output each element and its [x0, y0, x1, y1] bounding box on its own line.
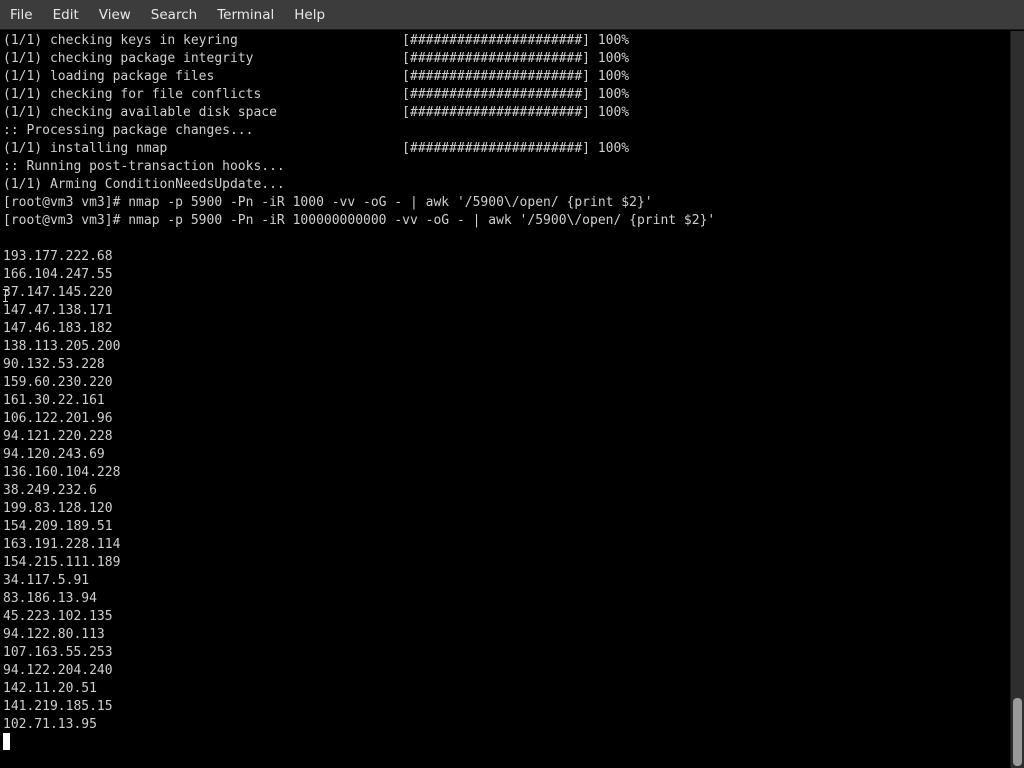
- terminal-line: 94.122.204.240: [3, 663, 113, 678]
- terminal-line: 159.60.230.220: [3, 375, 113, 390]
- menu-help[interactable]: Help: [284, 0, 325, 30]
- terminal-line: (1/1) installing nmap [#################…: [3, 141, 630, 156]
- terminal-line: (1/1) loading package files [###########…: [3, 69, 630, 84]
- terminal-line: (1/1) checking available disk space [###…: [3, 105, 630, 120]
- terminal-line: [root@vm3 vm3]# nmap -p 5900 -Pn -iR 100…: [3, 213, 716, 228]
- terminal-cursor: [3, 733, 10, 750]
- menu-terminal[interactable]: Terminal: [207, 0, 274, 30]
- terminal-line: 107.163.55.253: [3, 645, 113, 660]
- terminal-output[interactable]: (1/1) checking keys in keyring [########…: [0, 31, 1010, 768]
- terminal-line: 94.121.220.228: [3, 429, 113, 444]
- terminal-line: 102.71.13.95: [3, 717, 97, 732]
- terminal-line: 163.191.228.114: [3, 537, 121, 552]
- terminal-line: 90.132.53.228: [3, 357, 105, 372]
- terminal-line: 94.122.80.113: [3, 627, 105, 642]
- terminal-line: 193.177.222.68: [3, 249, 113, 264]
- terminal-line: 83.186.13.94: [3, 591, 97, 606]
- terminal-line: 37.147.145.220: [3, 285, 113, 300]
- scrollbar[interactable]: [1010, 31, 1024, 768]
- terminal-line: 161.30.22.161: [3, 393, 105, 408]
- terminal-line: 154.209.189.51: [3, 519, 113, 534]
- terminal-line: (1/1) checking keys in keyring [########…: [3, 33, 630, 48]
- terminal-line: 147.46.183.182: [3, 321, 113, 336]
- terminal-line: (1/1) checking package integrity [######…: [3, 51, 630, 66]
- terminal-line: (1/1) checking for file conflicts [#####…: [3, 87, 630, 102]
- terminal-line: :: Processing package changes...: [3, 123, 254, 138]
- terminal-line: 45.223.102.135: [3, 609, 113, 624]
- terminal-line: 141.219.185.15: [3, 699, 113, 714]
- menu-view[interactable]: View: [89, 0, 131, 30]
- text-cursor-ibeam-icon: [3, 289, 8, 302]
- terminal-line: 136.160.104.228: [3, 465, 121, 480]
- terminal-line: 166.104.247.55: [3, 267, 113, 282]
- terminal-line: 154.215.111.189: [3, 555, 121, 570]
- scrollbar-thumb[interactable]: [1013, 698, 1022, 766]
- menu-search[interactable]: Search: [141, 0, 197, 30]
- terminal-line: (1/1) Arming ConditionNeedsUpdate...: [3, 177, 285, 192]
- terminal-line: 147.47.138.171: [3, 303, 113, 318]
- menu-file[interactable]: File: [0, 0, 33, 30]
- terminal-line: 142.11.20.51: [3, 681, 97, 696]
- terminal-line: 38.249.232.6: [3, 483, 97, 498]
- terminal-line: [root@vm3 vm3]# nmap -p 5900 -Pn -iR 100…: [3, 195, 653, 210]
- terminal-line: 106.122.201.96: [3, 411, 113, 426]
- menubar: File Edit View Search Terminal Help: [0, 0, 1024, 30]
- terminal-window: File Edit View Search Terminal Help (1/1…: [0, 0, 1024, 768]
- terminal-line: :: Running post-transaction hooks...: [3, 159, 285, 174]
- terminal-line: 34.117.5.91: [3, 573, 90, 588]
- terminal-lines: (1/1) checking keys in keyring [########…: [3, 32, 715, 734]
- terminal-line: 138.113.205.200: [3, 339, 121, 354]
- terminal-line: 94.120.243.69: [3, 447, 105, 462]
- menu-edit[interactable]: Edit: [43, 0, 79, 30]
- terminal-line: 199.83.128.120: [3, 501, 113, 516]
